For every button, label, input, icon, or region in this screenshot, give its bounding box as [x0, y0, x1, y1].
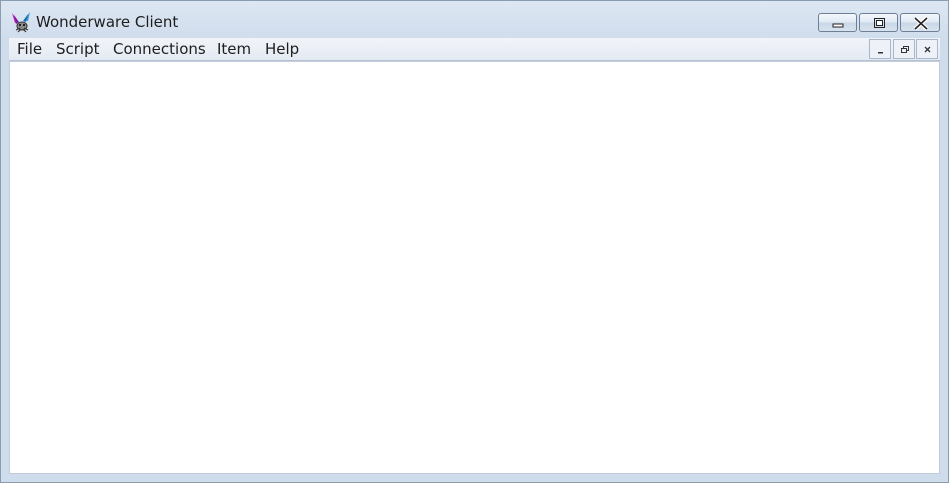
mdi-close-button[interactable]: [916, 39, 938, 59]
menu-connections[interactable]: Connections: [110, 40, 209, 58]
close-button[interactable]: [900, 13, 940, 32]
menu-help[interactable]: Help: [262, 40, 302, 58]
menu-item[interactable]: Item: [214, 40, 254, 58]
app-window: Wonderware Client File Script Connection…: [0, 0, 949, 483]
mdi-restore-button[interactable]: [893, 39, 915, 59]
minimize-icon: [832, 23, 844, 28]
window-title: Wonderware Client: [36, 13, 179, 31]
mdi-restore-icon: [901, 46, 909, 53]
menu-bar: File Script Connections Item Help: [9, 38, 940, 61]
mdi-minimize-button[interactable]: [869, 39, 891, 59]
mdi-minimize-icon: [878, 52, 883, 54]
mdi-client-area[interactable]: [9, 61, 940, 474]
maximize-button[interactable]: [859, 13, 898, 32]
mdi-close-icon: [924, 46, 931, 53]
maximize-icon: [874, 18, 885, 28]
wonderware-logo-icon[interactable]: [10, 11, 34, 35]
menu-script[interactable]: Script: [53, 40, 103, 58]
minimize-button[interactable]: [818, 13, 857, 32]
menu-file[interactable]: File: [14, 40, 45, 58]
title-bar[interactable]: Wonderware Client: [1, 1, 948, 37]
close-icon: [913, 16, 929, 31]
